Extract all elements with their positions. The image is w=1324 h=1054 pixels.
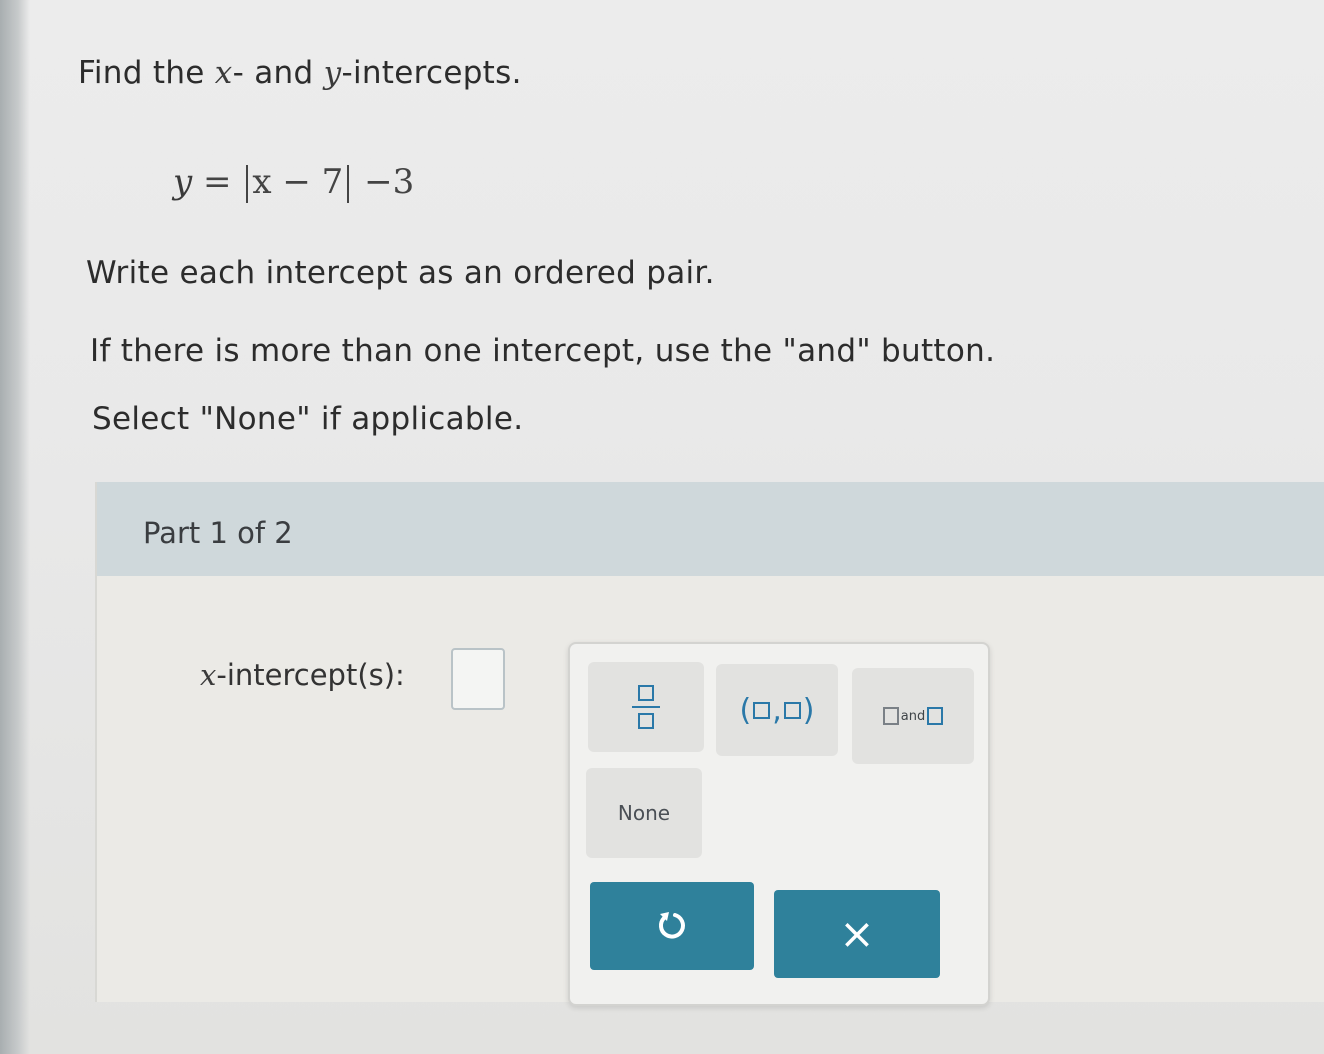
equation: y = x − 7 −3 (173, 162, 414, 203)
fraction-icon (632, 685, 660, 729)
pair-second-placeholder-icon (783, 701, 801, 719)
denominator-placeholder-icon (638, 713, 654, 729)
x-intercept-label: x-intercept(s): (200, 658, 405, 692)
none-key[interactable]: None (586, 768, 702, 858)
pair-close-paren: ) (802, 692, 815, 728)
and-left-placeholder-icon (882, 707, 899, 725)
close-icon: × (839, 909, 875, 958)
ordered-pair-key[interactable]: ( , ) (716, 664, 838, 756)
abs-bar-right (347, 165, 350, 203)
pair-first-placeholder-icon (753, 701, 771, 719)
equation-equals: = (203, 162, 232, 202)
equation-lhs: y (173, 162, 193, 202)
instruction-and-button: If there is more than one intercept, use… (90, 333, 996, 369)
pair-comma: , (772, 692, 782, 728)
and-label: and (900, 708, 926, 724)
left-edge-shadow (0, 0, 30, 1054)
fraction-bar (632, 706, 660, 708)
and-key[interactable]: and (852, 668, 974, 764)
question-prompt: Find the x- and y-intercepts. (78, 55, 522, 91)
none-label: None (617, 801, 671, 825)
equation-abs-inner: x − 7 (252, 162, 344, 202)
x-intercept-label-text: -intercept(s): (216, 658, 405, 692)
prompt-prefix: Find the (78, 55, 215, 91)
prompt-var-y: y (323, 55, 342, 91)
clear-button[interactable]: × (774, 890, 940, 978)
and-right-placeholder-icon (927, 707, 944, 725)
undo-button[interactable] (590, 882, 754, 970)
prompt-var-x: x (214, 55, 233, 91)
pair-open-paren: ( (739, 692, 752, 728)
undo-icon (658, 912, 685, 939)
part-label: Part 1 of 2 (143, 516, 293, 550)
math-keypad: ( , ) and None × (568, 642, 990, 1006)
numerator-placeholder-icon (638, 685, 654, 701)
ordered-pair-icon: ( , ) (740, 693, 815, 728)
part-header: Part 1 of 2 (97, 482, 1324, 576)
instruction-ordered-pair: Write each intercept as an ordered pair. (86, 255, 715, 291)
abs-bar-left (246, 165, 249, 203)
x-intercept-label-var: x (200, 658, 217, 692)
equation-rest: −3 (364, 162, 415, 202)
prompt-suffix: -intercepts. (341, 55, 522, 91)
prompt-middle: - and (232, 55, 324, 91)
x-intercept-input[interactable] (451, 648, 505, 710)
fraction-key[interactable] (588, 662, 704, 752)
instruction-none: Select "None" if applicable. (92, 401, 524, 437)
and-icon: and (882, 707, 944, 725)
